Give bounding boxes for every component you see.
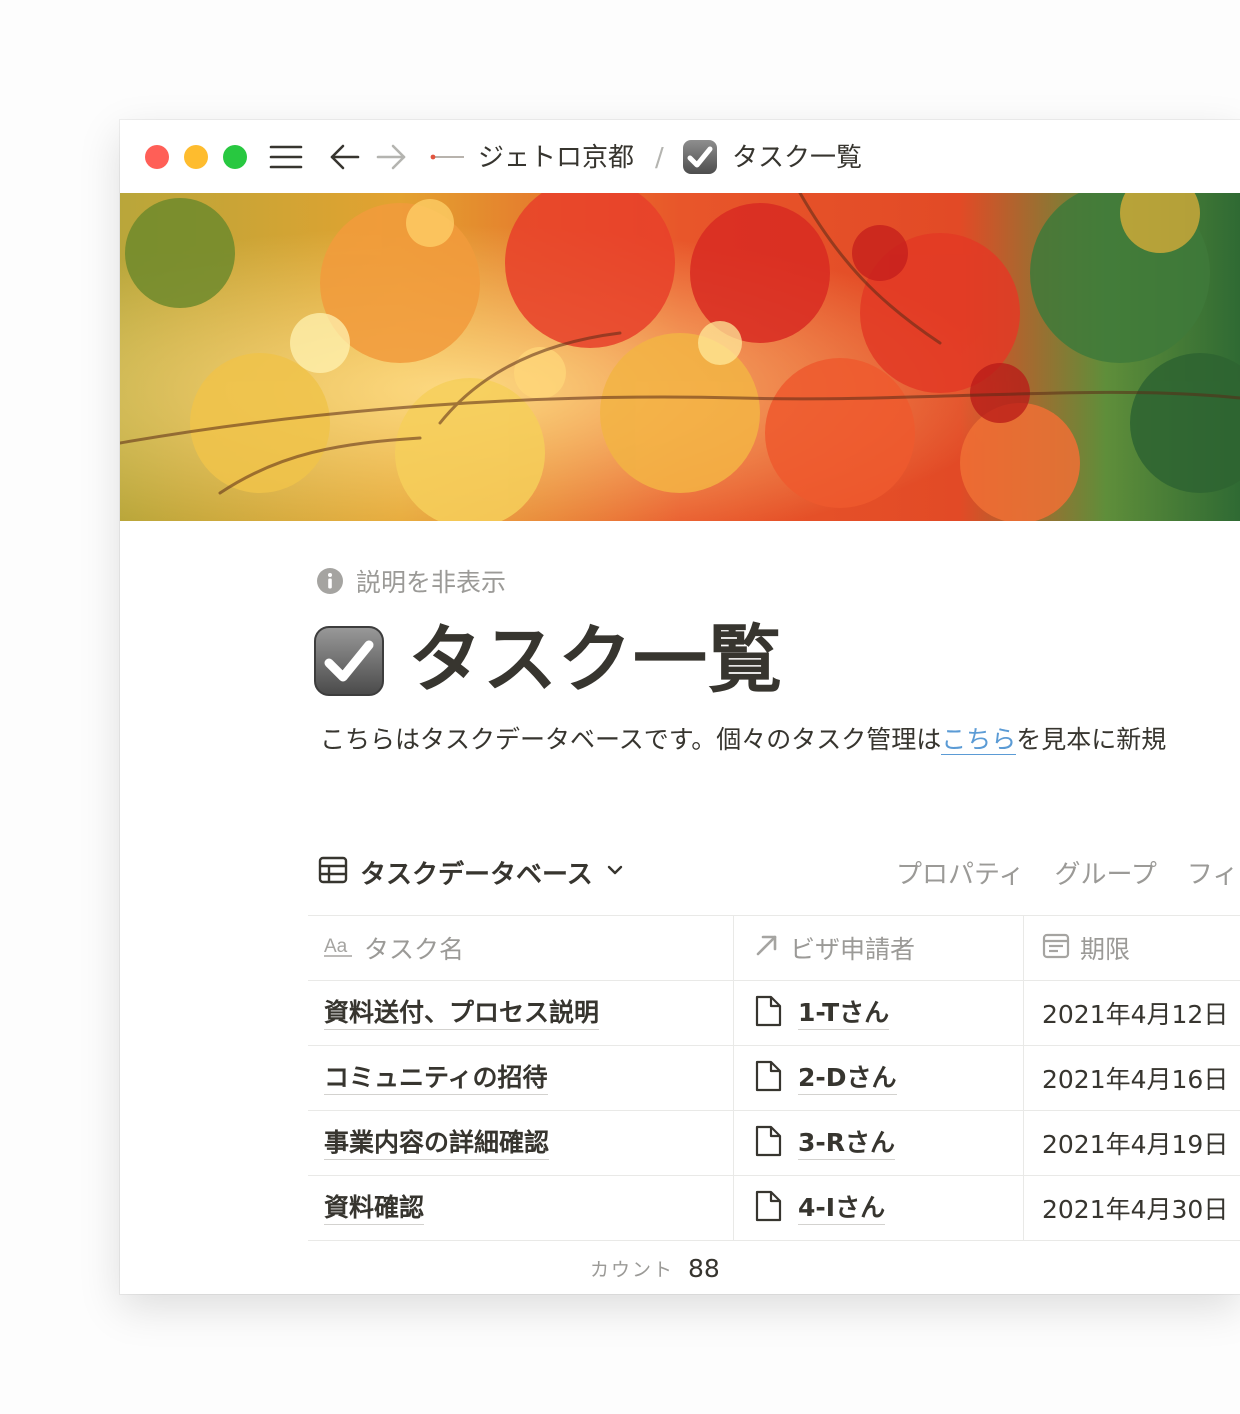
due-date-cell[interactable]: 2021年4月19日: [1024, 1111, 1240, 1175]
minimize-window-button[interactable]: [184, 145, 208, 169]
page-icon: [754, 1060, 782, 1096]
task-name-cell[interactable]: 事業内容の詳細確認: [308, 1111, 734, 1175]
description-text-after: を見本に新規: [1016, 725, 1167, 754]
sidebar-menu-button[interactable]: [268, 138, 304, 176]
row-count[interactable]: カウント 88: [590, 1248, 720, 1288]
text-property-icon: Aa: [324, 932, 354, 964]
table-row[interactable]: 資料確認 4-Iさん 2021年4月30日: [308, 1175, 1240, 1241]
database-view-selector[interactable]: タスクデータベース: [318, 850, 625, 894]
page-icon: [754, 1125, 782, 1161]
table-row[interactable]: 資料送付、プロセス説明 1-Tさん 2021年4月12日: [308, 980, 1240, 1045]
hide-description-label: 説明を非表示: [356, 568, 507, 597]
info-icon: [316, 567, 344, 595]
chevron-down-icon: [605, 860, 625, 884]
count-label: カウント: [590, 1258, 675, 1281]
breadcrumb-page[interactable]: タスク一覧: [732, 138, 862, 178]
due-date: 2021年4月19日: [1042, 1130, 1229, 1159]
breadcrumb-workspace-icon[interactable]: [428, 138, 466, 176]
hamburger-menu-icon: [268, 139, 304, 175]
page-icon: [754, 995, 782, 1031]
task-name[interactable]: 資料確認: [324, 1192, 425, 1225]
page-check-mark-icon[interactable]: [313, 625, 385, 697]
applicant-link[interactable]: 1-Tさん: [798, 997, 890, 1030]
description-text-before: こちらはタスクデータベースです。個々のタスク管理は: [320, 725, 942, 754]
column-header-label: ビザ申請者: [790, 935, 916, 964]
due-date: 2021年4月12日: [1042, 1000, 1229, 1029]
table-row[interactable]: 事業内容の詳細確認 3-Rさん 2021年4月19日: [308, 1110, 1240, 1175]
properties-button[interactable]: プロパティ: [896, 854, 1024, 891]
due-date: 2021年4月30日: [1042, 1195, 1229, 1224]
maximize-window-button[interactable]: [223, 145, 247, 169]
breadcrumb-separator: /: [655, 143, 664, 173]
column-header-task-name[interactable]: Aa タスク名: [308, 916, 734, 980]
applicant-cell[interactable]: 4-Iさん: [734, 1176, 1024, 1240]
due-date-cell[interactable]: 2021年4月30日: [1024, 1176, 1240, 1240]
table-row[interactable]: コミュニティの招待 2-Dさん 2021年4月16日: [308, 1045, 1240, 1110]
due-date-cell[interactable]: 2021年4月16日: [1024, 1046, 1240, 1110]
title-bar: ジェトロ京都 / タスク一覧: [120, 120, 1240, 193]
table-icon: [318, 855, 348, 889]
applicant-cell[interactable]: 2-Dさん: [734, 1046, 1024, 1110]
due-date: 2021年4月16日: [1042, 1065, 1229, 1094]
forward-button[interactable]: [374, 138, 408, 176]
column-header-label: タスク名: [364, 935, 465, 964]
task-table: Aa タスク名 ビザ申請者 期限 資料送付、プロセス説明 1-Tさん 2021年…: [308, 915, 1240, 1241]
page-title[interactable]: タスク一覧: [408, 612, 783, 708]
database-view-options: プロパティ グループ フィ: [896, 850, 1238, 894]
applicant-cell[interactable]: 3-Rさん: [734, 1111, 1024, 1175]
task-name-cell[interactable]: 資料送付、プロセス説明: [308, 981, 734, 1045]
table-header-row: Aa タスク名 ビザ申請者 期限: [308, 915, 1240, 980]
task-name[interactable]: コミュニティの招待: [324, 1062, 548, 1095]
applicant-link[interactable]: 2-Dさん: [798, 1062, 897, 1095]
group-button[interactable]: グループ: [1054, 854, 1156, 891]
arrow-left-icon: [328, 140, 362, 174]
cover-image: [120, 193, 1240, 521]
page-icon: [754, 1190, 782, 1226]
column-header-due-date[interactable]: 期限: [1024, 916, 1240, 980]
hide-description-button[interactable]: 説明を非表示: [316, 561, 506, 601]
task-name-cell[interactable]: コミュニティの招待: [308, 1046, 734, 1110]
workspace-logo-icon: [428, 147, 466, 167]
applicant-link[interactable]: 4-Iさん: [798, 1192, 886, 1225]
app-window: ジェトロ京都 / タスク一覧 説明を非表示 タスク一覧 こちらはタスクデータベー…: [120, 120, 1240, 1294]
column-header-applicant[interactable]: ビザ申請者: [734, 916, 1024, 980]
task-name[interactable]: 資料送付、プロセス説明: [324, 997, 600, 1030]
description-link[interactable]: こちら: [941, 725, 1017, 755]
back-button[interactable]: [328, 138, 362, 176]
count-value: 88: [688, 1253, 720, 1283]
close-window-button[interactable]: [145, 145, 169, 169]
database-view-name: タスクデータベース: [360, 859, 593, 890]
column-header-label: 期限: [1080, 935, 1131, 964]
applicant-link[interactable]: 3-Rさん: [798, 1127, 896, 1160]
task-name-cell[interactable]: 資料確認: [308, 1176, 734, 1240]
page-description: こちらはタスクデータベースです。個々のタスク管理はこちらを見本に新規: [320, 720, 1166, 760]
arrow-right-icon: [374, 140, 408, 174]
due-date-cell[interactable]: 2021年4月12日: [1024, 981, 1240, 1045]
check-mark-icon: [682, 139, 718, 175]
applicant-cell[interactable]: 1-Tさん: [734, 981, 1024, 1045]
svg-text:Aa: Aa: [324, 936, 348, 957]
breadcrumb-workspace[interactable]: ジェトロ京都: [478, 138, 634, 178]
task-name[interactable]: 事業内容の詳細確認: [324, 1127, 550, 1160]
relation-arrow-icon: [754, 932, 780, 964]
calendar-icon: [1042, 931, 1070, 965]
filter-button[interactable]: フィ: [1187, 854, 1238, 891]
